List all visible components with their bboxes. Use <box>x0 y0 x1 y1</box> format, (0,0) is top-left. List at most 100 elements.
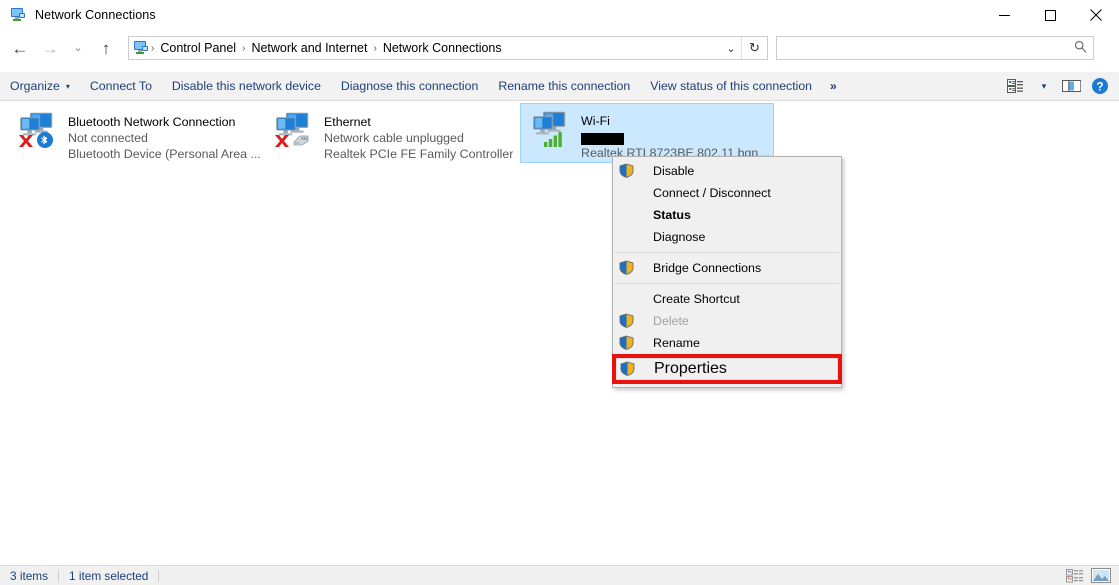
connection-name: Ethernet <box>324 114 513 130</box>
toolbar-label-organize: Organize <box>10 79 60 93</box>
list-item-text: Wi-Fi Realtek RTL8723BE 802.11 bgn Wi-..… <box>581 108 771 161</box>
breadcrumb[interactable]: › Control Panel › Network and Internet ›… <box>128 36 768 60</box>
network-adapter-icon <box>525 108 577 156</box>
back-button[interactable]: ← <box>8 33 32 63</box>
context-menu-item-bridge-connections[interactable]: Bridge Connections <box>613 257 841 279</box>
context-menu-item-connect-disconnect[interactable]: Connect / Disconnect <box>613 182 841 204</box>
close-button[interactable] <box>1073 0 1119 30</box>
search-input[interactable] <box>783 38 1063 58</box>
ethernet-cable-icon <box>291 132 311 148</box>
search-icon[interactable] <box>1074 40 1087 56</box>
refresh-icon[interactable]: ↻ <box>741 37 767 59</box>
toolbar-overflow-button[interactable]: » <box>822 79 845 93</box>
context-menu: Disable Connect / Disconnect Status Diag… <box>612 156 842 388</box>
toolbar-item-view-status[interactable]: View status of this connection <box>640 72 822 100</box>
title-bar: Network Connections <box>0 0 1119 30</box>
details-view-icon[interactable] <box>1065 568 1085 584</box>
network-connections-icon <box>10 7 26 23</box>
toolbar-item-rename[interactable]: Rename this connection <box>488 72 640 100</box>
change-view-icon[interactable] <box>1003 74 1029 98</box>
list-item-ethernet[interactable]: Ethernet Network cable unplugged Realtek… <box>264 105 520 161</box>
context-menu-label: Create Shortcut <box>653 292 740 306</box>
toolbar-item-diagnose[interactable]: Diagnose this connection <box>331 72 488 100</box>
context-menu-label: Diagnose <box>653 230 705 244</box>
command-toolbar: Organize ▾ Connect To Disable this netwo… <box>0 72 1119 101</box>
breadcrumb-separator-2: › <box>371 43 378 54</box>
toolbar-right-group: ▾ ? <box>1003 74 1113 98</box>
no-icon <box>619 229 639 245</box>
context-menu-item-rename[interactable]: Rename <box>613 332 841 354</box>
help-icon[interactable]: ? <box>1087 74 1113 98</box>
status-item-count: 3 items <box>0 569 58 583</box>
shield-icon <box>619 163 639 179</box>
error-x-icon <box>272 131 292 151</box>
redacted-ssid-bar <box>581 133 624 145</box>
breadcrumb-item-control-panel[interactable]: Control Panel <box>156 41 240 55</box>
list-item-text: Ethernet Network cable unplugged Realtek… <box>324 109 513 162</box>
context-menu-item-properties[interactable]: Properties <box>616 358 838 380</box>
list-item-wifi[interactable]: Wi-Fi Realtek RTL8723BE 802.11 bgn Wi-..… <box>520 103 774 163</box>
list-item-text: Bluetooth Network Connection Not connect… <box>68 109 261 162</box>
connection-status: Network cable unplugged <box>324 130 513 146</box>
shield-icon <box>619 260 639 276</box>
connections-list: Bluetooth Network Connection Not connect… <box>0 101 1119 565</box>
maximize-button[interactable] <box>1027 0 1073 30</box>
shield-icon <box>619 313 639 329</box>
status-bar: 3 items 1 item selected <box>0 565 1119 585</box>
context-menu-item-diagnose[interactable]: Diagnose <box>613 226 841 248</box>
list-item-bluetooth-network-connection[interactable]: Bluetooth Network Connection Not connect… <box>8 105 264 161</box>
chevron-down-icon: ▾ <box>1042 81 1047 92</box>
no-icon <box>619 207 639 223</box>
recent-locations-button[interactable]: ⌄ <box>66 33 90 63</box>
context-menu-label: Status <box>653 208 691 222</box>
chevron-down-icon[interactable]: ⌄ <box>721 37 741 59</box>
no-icon <box>619 185 639 201</box>
preview-pane-icon[interactable] <box>1059 74 1085 98</box>
context-menu-item-delete: Delete <box>613 310 841 332</box>
status-selection: 1 item selected <box>59 569 158 583</box>
context-menu-label: Rename <box>653 336 700 350</box>
context-menu-label: Connect / Disconnect <box>653 186 771 200</box>
status-divider <box>158 570 159 582</box>
context-menu-separator <box>615 283 839 284</box>
breadcrumb-item-network-connections[interactable]: Network Connections <box>379 41 506 55</box>
shield-icon <box>620 361 640 377</box>
no-icon <box>619 291 639 307</box>
breadcrumb-item-network-and-internet[interactable]: Network and Internet <box>247 41 371 55</box>
large-icons-view-icon[interactable] <box>1091 568 1111 584</box>
address-bar-row: ← → ⌄ ↑ › Control Panel › Network and In… <box>0 30 1119 66</box>
up-button[interactable]: ↑ <box>94 33 118 63</box>
search-box[interactable] <box>776 36 1094 60</box>
minimize-button[interactable] <box>981 0 1027 30</box>
change-view-dropdown[interactable]: ▾ <box>1031 74 1057 98</box>
wifi-signal-icon <box>543 128 567 148</box>
connection-name: Bluetooth Network Connection <box>68 114 261 130</box>
context-menu-item-create-shortcut[interactable]: Create Shortcut <box>613 288 841 310</box>
context-menu-label: Properties <box>654 360 727 378</box>
svg-text:?: ? <box>1096 81 1103 93</box>
network-adapter-icon <box>12 109 64 157</box>
context-menu-item-disable[interactable]: Disable <box>613 160 841 182</box>
context-menu-label: Disable <box>653 164 694 178</box>
toolbar-item-connect-to[interactable]: Connect To <box>80 72 162 100</box>
breadcrumb-separator-0: › <box>149 43 156 54</box>
connection-status-redacted <box>581 129 771 145</box>
context-menu-label: Delete <box>653 314 689 328</box>
breadcrumb-separator-1: › <box>240 43 247 54</box>
forward-button[interactable]: → <box>38 33 62 63</box>
window-controls <box>981 0 1119 30</box>
connection-adapter: Bluetooth Device (Personal Area ... <box>68 146 261 162</box>
context-menu-label: Bridge Connections <box>653 261 761 275</box>
connection-adapter: Realtek PCIe FE Family Controller <box>324 146 513 162</box>
toolbar-item-disable-device[interactable]: Disable this network device <box>162 72 331 100</box>
chevron-down-icon: ▾ <box>66 82 70 91</box>
status-view-buttons <box>1065 568 1111 584</box>
context-menu-separator <box>615 252 839 253</box>
connection-name: Wi-Fi <box>581 113 771 129</box>
error-x-icon <box>16 131 36 151</box>
shield-icon <box>619 335 639 351</box>
network-adapter-icon <box>268 109 320 157</box>
toolbar-item-organize[interactable]: Organize ▾ <box>0 72 80 100</box>
bluetooth-icon <box>36 131 54 149</box>
context-menu-item-status[interactable]: Status <box>613 204 841 226</box>
